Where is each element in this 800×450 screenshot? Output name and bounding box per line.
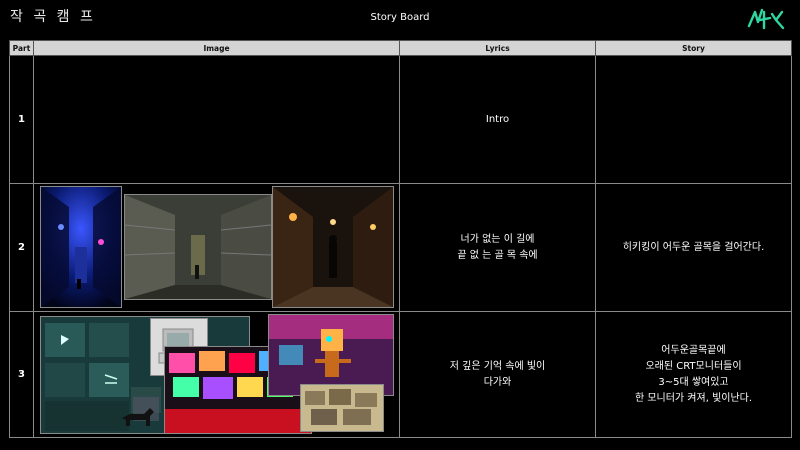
story-cell: 히키킹이 어두운 골목을 걸어간다. [595,183,792,312]
dog-silhouette-icon [120,404,156,428]
gray-alley-image [124,194,272,300]
image-cell-empty [33,55,400,184]
column-header-lyrics: Lyrics [399,40,596,56]
image-cell [33,183,400,312]
lyrics-cell: 너가 없는 이 길에 끝 없 는 골 목 속에 [399,183,596,312]
table-header-row: Part Image Lyrics Story [9,40,792,56]
story-cell [595,55,792,184]
monitor-pile-image [300,384,384,432]
storyboard-table: Part Image Lyrics Story 1 Intro 2 너가 없는 … [9,40,792,438]
column-header-part: Part [9,40,34,56]
table-row: 2 너가 없는 이 길에 끝 없 는 골 목 속에 히키킹이 어두운 골목을 걸… [9,183,792,312]
table-row: 3 저 깊은 기억 속에 빛이 다가와 어두운골목끝에 오래된 CRT모니터들이… [9,311,792,438]
story-cell: 어두운골목끝에 오래된 CRT모니터들이 3~5대 쌓여있고 한 모니터가 켜져… [595,311,792,438]
part-number: 1 [9,55,34,184]
column-header-story: Story [595,40,792,56]
page-title: Story Board [370,12,430,23]
part-number: 2 [9,183,34,312]
table-row: 1 Intro [9,55,792,184]
part-number: 3 [9,311,34,438]
image-cell [33,311,400,438]
blue-alley-image [40,186,122,308]
lyrics-cell: Intro [399,55,596,184]
brand-logo [746,6,786,32]
night-street-image [272,186,394,308]
lyrics-cell: 저 깊은 기억 속에 빛이 다가와 [399,311,596,438]
column-header-image: Image [33,40,400,56]
